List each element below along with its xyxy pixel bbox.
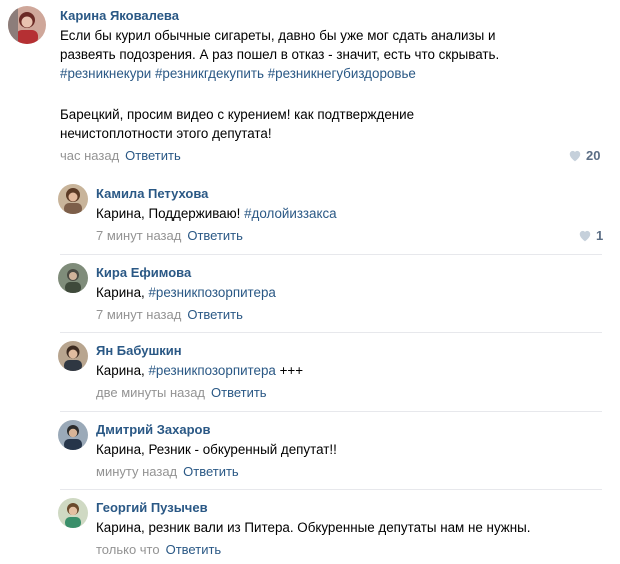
comment-text-part: +++: [275, 363, 304, 378]
hashtag-line[interactable]: #резникнекури #резникгдекупить #резникне…: [60, 64, 416, 83]
comment-meta: две минуты назад Ответить: [96, 385, 267, 400]
reply-button[interactable]: Ответить: [125, 148, 181, 163]
comment-author[interactable]: Кира Ефимова: [96, 265, 191, 280]
comment-time[interactable]: минуту назад: [96, 464, 177, 479]
avatar-photo: [58, 184, 88, 214]
avatar-photo: [58, 498, 88, 528]
reply-comment: Кира Ефимова Карина, #резникпозорпитера …: [0, 255, 620, 333]
comment-meta: 7 минут назад Ответить: [96, 228, 243, 243]
comment-author[interactable]: Дмитрий Захаров: [96, 422, 210, 437]
like-button[interactable]: 20: [568, 148, 600, 163]
comment-text-part: Карина, резник вали из Питера. Обкуренны…: [96, 520, 531, 535]
comment-author[interactable]: Камила Петухова: [96, 186, 208, 201]
avatar-photo: [58, 341, 88, 371]
comment-time[interactable]: 7 минут назад: [96, 228, 181, 243]
comment-text-line: Если бы курил обычные сигареты, давно бы…: [60, 28, 496, 43]
comment-time[interactable]: две минуты назад: [96, 385, 205, 400]
comment-meta: 7 минут назад Ответить: [96, 307, 243, 322]
reply-comment: Георгий Пузычев Карина, резник вали из П…: [0, 490, 620, 564]
like-button[interactable]: 1: [578, 228, 603, 243]
heart-icon: [568, 149, 582, 162]
comment-meta: минуту назад Ответить: [96, 464, 239, 479]
avatar[interactable]: [8, 6, 46, 44]
comment-time[interactable]: только что: [96, 542, 160, 557]
comment-author[interactable]: Георгий Пузычев: [96, 500, 208, 515]
hashtag-link[interactable]: #резникпозорпитера: [148, 285, 275, 300]
avatar[interactable]: [58, 498, 88, 528]
comment-time[interactable]: час назад: [60, 148, 119, 163]
like-count: 1: [596, 228, 604, 243]
hashtag-link[interactable]: #долойиззакса: [244, 206, 337, 221]
avatar-photo: [8, 6, 46, 44]
comment-text-line: Барецкий, просим видео с курением! как п…: [60, 107, 415, 122]
comment-text-part: Карина,: [96, 285, 149, 300]
avatar[interactable]: [58, 263, 88, 293]
reply-button[interactable]: Ответить: [187, 228, 243, 243]
avatar[interactable]: [58, 184, 88, 214]
like-count: 20: [586, 148, 601, 163]
avatar-photo: [58, 420, 88, 450]
comment-meta: час назад Ответить: [60, 148, 181, 163]
reply-button[interactable]: Ответить: [187, 307, 243, 322]
comment-text-line: развеять подозрения. А раз пошел в отказ…: [60, 47, 500, 62]
heart-icon: [578, 229, 592, 242]
comment-time[interactable]: 7 минут назад: [96, 307, 181, 322]
comment-text: Карина, резник вали из Питера. Обкуренны…: [96, 518, 531, 537]
comment-text-part: Карина,: [96, 363, 149, 378]
reply-button[interactable]: Ответить: [211, 385, 267, 400]
comment-text-part: Карина, Резник - обкуренный депутат!!: [96, 442, 337, 457]
reply-comment: Камила Петухова Карина, Поддерживаю! #до…: [0, 176, 620, 254]
comment-text-part: Карина, Поддерживаю!: [96, 206, 245, 221]
comment-text: Карина, #резникпозорпитера +++: [96, 361, 303, 380]
avatar[interactable]: [58, 341, 88, 371]
comment-text: Карина, Резник - обкуренный депутат!!: [96, 440, 337, 459]
comment-text: Карина, Поддерживаю! #долойиззакса: [96, 204, 337, 223]
main-comment: Карина Яковалева Если бы курил обычные с…: [0, 0, 620, 175]
comment-meta: только что Ответить: [96, 542, 221, 557]
reply-comment: Ян Бабушкин Карина, #резникпозорпитера +…: [0, 333, 620, 411]
comment-text: Карина, #резникпозорпитера: [96, 283, 276, 302]
avatar-photo: [58, 263, 88, 293]
hashtag-link[interactable]: #резникпозорпитера: [148, 363, 275, 378]
comment-author[interactable]: Ян Бабушкин: [96, 343, 182, 358]
comment-author[interactable]: Карина Яковалева: [60, 8, 179, 23]
reply-button[interactable]: Ответить: [183, 464, 239, 479]
reply-button[interactable]: Ответить: [166, 542, 222, 557]
reply-comment: Дмитрий Захаров Карина, Резник - обкурен…: [0, 412, 620, 490]
comment-text-line: нечистоплотности этого депутата!: [60, 126, 272, 141]
avatar[interactable]: [58, 420, 88, 450]
